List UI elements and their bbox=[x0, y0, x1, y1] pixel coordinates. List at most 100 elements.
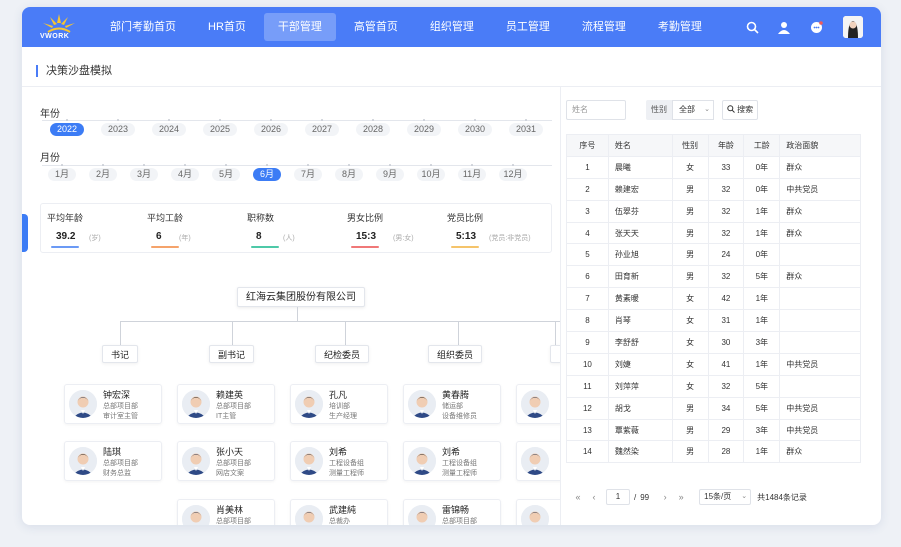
column-header[interactable]: 年龄 bbox=[707, 134, 745, 157]
prev-page-icon[interactable]: ‹ bbox=[586, 492, 602, 502]
table-row[interactable]: 11 刘萍萍女 32 5年 bbox=[566, 374, 861, 398]
table-row[interactable]: 9 李舒舒女 30 3年 bbox=[566, 331, 861, 354]
month-option[interactable]: 5月 bbox=[212, 168, 240, 181]
year-option[interactable]: 2024 bbox=[152, 123, 186, 136]
person-card[interactable]: 黄春腾 储运部 设备维修员 bbox=[403, 384, 501, 424]
search-button[interactable]: 搜索 bbox=[722, 100, 758, 120]
table-cell: 31 bbox=[707, 309, 745, 333]
table-row[interactable]: 13 覃紫薇男 29 3年 中共党员 bbox=[566, 418, 861, 442]
person-card[interactable]: 刘希 工程设备组 测量工程师 bbox=[403, 441, 501, 481]
page-input[interactable]: 1 bbox=[606, 489, 630, 505]
table-cell: 11 bbox=[566, 374, 609, 398]
gender-select[interactable]: 全部 ⌄ bbox=[672, 100, 714, 120]
person-card[interactable]: 刘希 工程设备组 测量工程师 bbox=[290, 441, 388, 481]
user-icon[interactable] bbox=[777, 20, 791, 34]
month-option[interactable]: 3月 bbox=[130, 168, 158, 181]
month-option[interactable]: 2月 bbox=[89, 168, 117, 181]
column-header[interactable]: 工龄 bbox=[743, 134, 781, 157]
table-cell: 男 bbox=[671, 199, 709, 223]
person-card[interactable]: 雷锦畅总部项目部人事专员 bbox=[403, 499, 501, 525]
org-connector bbox=[120, 321, 121, 345]
table-row[interactable]: 7 黄素暖女 42 1年 bbox=[566, 287, 861, 311]
nav-item[interactable]: 部门考勤首页 bbox=[96, 13, 190, 41]
table-row[interactable]: 2 赖建宏男 32 0年 中共党员 bbox=[566, 177, 861, 201]
nav-item[interactable]: 流程管理 bbox=[568, 13, 640, 41]
column-header[interactable]: 政治面貌 bbox=[779, 134, 861, 157]
year-option[interactable]: 2030 bbox=[458, 123, 492, 136]
timeline-dot bbox=[471, 164, 473, 166]
column-header[interactable]: 序号 bbox=[566, 134, 609, 157]
stat-value: 8 bbox=[256, 231, 262, 242]
dept-node[interactable]: 组织委员 bbox=[428, 345, 483, 363]
person-card[interactable]: 肖美林总部项目部生产经理 bbox=[177, 499, 275, 525]
month-option[interactable]: 4月 bbox=[171, 168, 199, 181]
year-option[interactable]: 2031 bbox=[509, 123, 543, 136]
org-root-node[interactable]: 红海云集团股份有限公司 bbox=[237, 287, 365, 307]
table-row[interactable]: 10 刘婕女 41 1年 中共党员 bbox=[566, 352, 861, 376]
dept-node[interactable]: 纪检委员 bbox=[315, 345, 370, 363]
dept-node[interactable]: 副书记 bbox=[209, 345, 255, 363]
table-cell: 2 bbox=[566, 177, 609, 201]
month-option[interactable]: 6月 bbox=[253, 168, 281, 181]
year-option[interactable]: 2027 bbox=[305, 123, 339, 136]
table-cell: 男 bbox=[671, 221, 709, 245]
month-option[interactable]: 8月 bbox=[335, 168, 363, 181]
user-avatar[interactable] bbox=[843, 16, 863, 38]
table-row[interactable]: 4 张天天男 32 1年 群众 bbox=[566, 221, 861, 245]
person-card[interactable]: 赖建英 总部项目部 IT主管 bbox=[177, 384, 275, 424]
nav-item[interactable]: 员工管理 bbox=[492, 13, 564, 41]
nav-item[interactable]: 干部管理 bbox=[263, 13, 336, 41]
nav-item[interactable]: 高管首页 bbox=[340, 13, 412, 41]
first-page-icon[interactable]: « bbox=[570, 492, 586, 502]
month-option[interactable]: 7月 bbox=[294, 168, 322, 181]
person-name: 黄春腾 bbox=[442, 390, 470, 400]
avatar bbox=[69, 390, 97, 418]
table-row[interactable]: 8 肖琴女 31 1年 bbox=[566, 309, 861, 333]
person-card[interactable]: 钟宏深 总部项目部 审计室主管 bbox=[64, 384, 162, 424]
person-card-partial[interactable] bbox=[516, 441, 560, 481]
table-cell: 群众 bbox=[779, 155, 861, 179]
last-page-icon[interactable]: » bbox=[673, 492, 689, 502]
year-option[interactable]: 2026 bbox=[254, 123, 288, 136]
year-option[interactable]: 2025 bbox=[203, 123, 237, 136]
person-card-partial[interactable] bbox=[516, 384, 560, 424]
table-row[interactable]: 6 田育新男 32 5年 群众 bbox=[566, 265, 861, 289]
month-option[interactable]: 11月 bbox=[458, 168, 486, 181]
month-option[interactable]: 1月 bbox=[48, 168, 76, 181]
table-row[interactable]: 14 魏然染男 28 1年 群众 bbox=[566, 440, 861, 464]
month-option[interactable]: 9月 bbox=[376, 168, 404, 181]
year-option[interactable]: 2022 bbox=[50, 123, 84, 136]
page-size-select[interactable]: 15条/页 ⌄ bbox=[699, 489, 752, 505]
table-cell: 32 bbox=[707, 221, 745, 245]
column-header[interactable]: 姓名 bbox=[607, 134, 673, 157]
column-header[interactable]: 性别 bbox=[671, 134, 709, 157]
person-card[interactable]: 孔凡 培训部 生产经理 bbox=[290, 384, 388, 424]
year-option[interactable]: 2028 bbox=[356, 123, 390, 136]
search-icon[interactable] bbox=[745, 20, 759, 34]
person-card[interactable]: 武建純总裁办行政专员 bbox=[290, 499, 388, 525]
table-cell: 群众 bbox=[779, 199, 861, 223]
month-option[interactable]: 10月 bbox=[417, 168, 445, 181]
year-option[interactable]: 2023 bbox=[101, 123, 135, 136]
name-search-input[interactable]: 姓名 bbox=[566, 100, 626, 120]
nav-item[interactable]: 组织管理 bbox=[416, 13, 488, 41]
table-row[interactable]: 12 胡戈男 34 5年 中共党员 bbox=[566, 396, 861, 420]
person-card-partial[interactable] bbox=[516, 499, 560, 525]
message-icon[interactable] bbox=[809, 20, 823, 34]
nav-item[interactable]: HR首页 bbox=[194, 13, 260, 41]
table-row[interactable]: 3 伍翠芬男 32 1年 群众 bbox=[566, 199, 861, 223]
avatar bbox=[295, 505, 323, 525]
table-row[interactable]: 1 晨曦女 33 0年 群众 bbox=[566, 155, 861, 179]
timeline-dot bbox=[348, 164, 350, 166]
year-option[interactable]: 2029 bbox=[407, 123, 441, 136]
person-card[interactable]: 张小天 总部项目部 网店文案 bbox=[177, 441, 275, 481]
nav-actions bbox=[727, 7, 863, 47]
dept-node-partial[interactable] bbox=[550, 345, 560, 363]
table-cell: 29 bbox=[707, 418, 745, 442]
dept-node[interactable]: 书记 bbox=[102, 345, 139, 363]
table-row[interactable]: 5 孙业旭男 24 0年 bbox=[566, 243, 861, 267]
nav-item[interactable]: 考勤管理 bbox=[644, 13, 716, 41]
month-option[interactable]: 12月 bbox=[499, 168, 527, 181]
person-card[interactable]: 陆琪 总部项目部 财务总监 bbox=[64, 441, 162, 481]
next-page-icon[interactable]: › bbox=[657, 492, 673, 502]
